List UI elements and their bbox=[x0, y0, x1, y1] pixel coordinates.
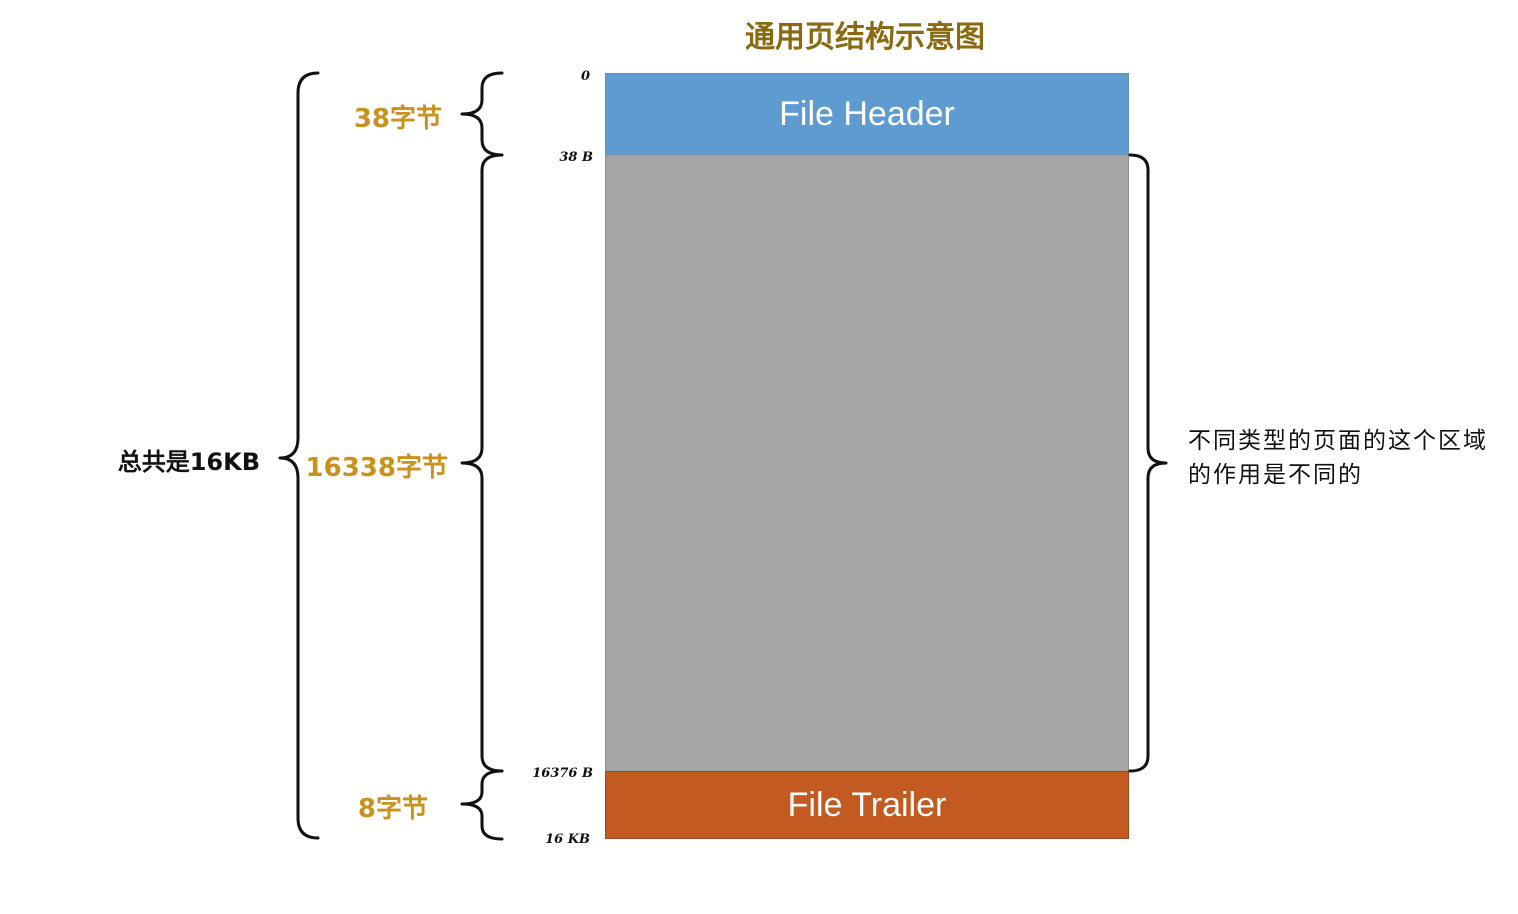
trailer-brace bbox=[460, 769, 504, 841]
total-brace bbox=[278, 71, 320, 840]
region-brace bbox=[1128, 153, 1168, 773]
body-brace bbox=[460, 153, 504, 773]
header-brace bbox=[460, 71, 504, 157]
braces-layer bbox=[278, 71, 1168, 841]
